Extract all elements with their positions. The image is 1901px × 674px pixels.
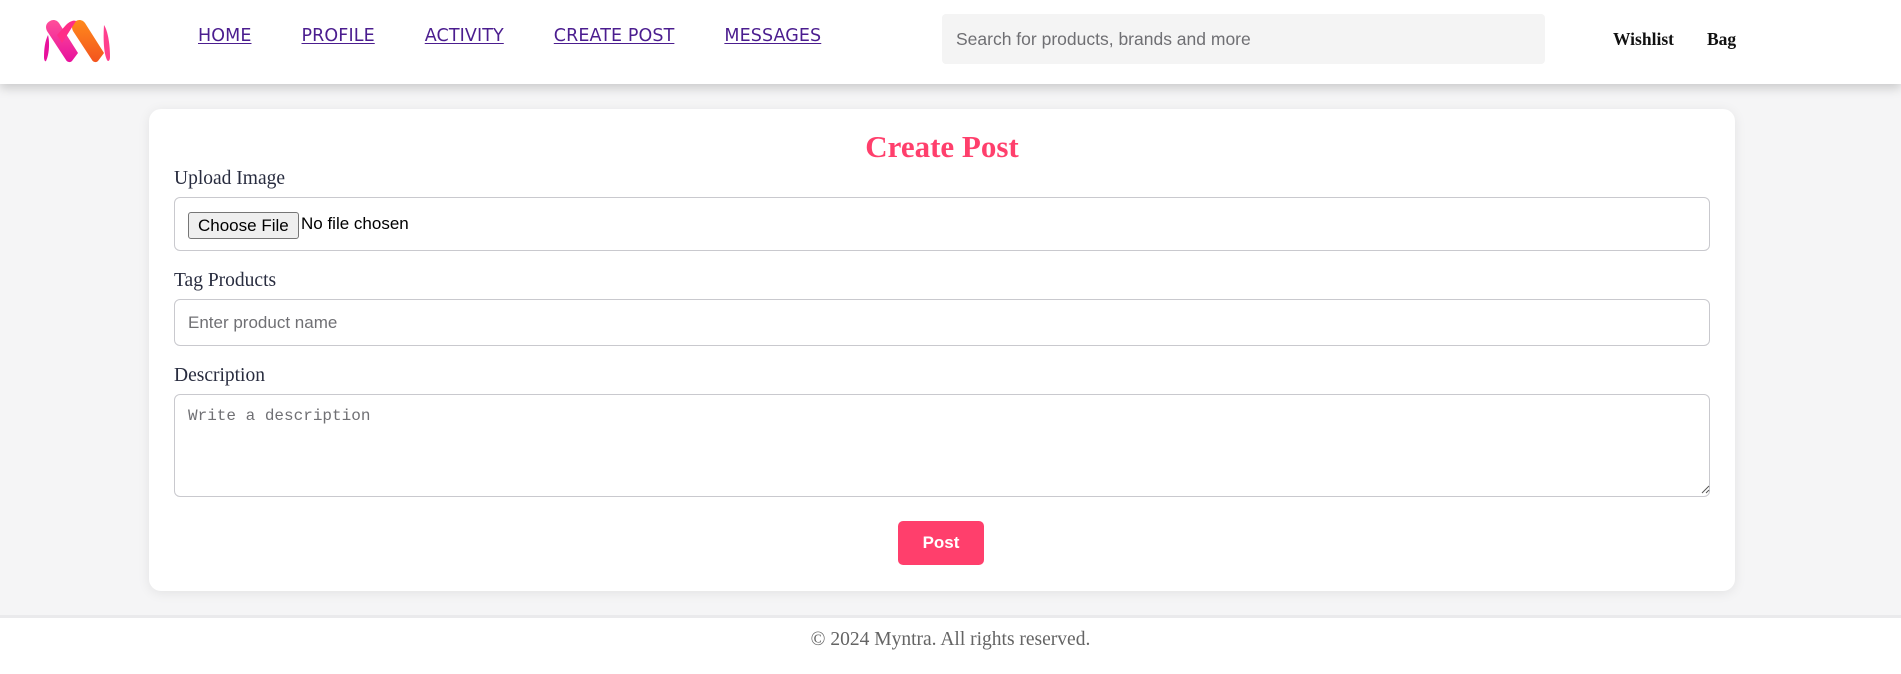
nav-profile-link[interactable]: PROFILE [302, 26, 375, 46]
create-post-card: Create Post Upload Image Choose File No … [149, 109, 1735, 591]
choose-file-button[interactable]: Choose File [188, 212, 299, 239]
nav-activity-link[interactable]: ACTIVITY [425, 26, 504, 46]
bag-link[interactable]: Bag [1707, 29, 1736, 50]
wishlist-link[interactable]: Wishlist [1613, 29, 1674, 50]
search-input[interactable] [942, 14, 1545, 64]
description-label: Description [174, 365, 265, 386]
myntra-logo-icon[interactable] [44, 17, 112, 63]
nav-messages-link[interactable]: MESSAGES [724, 26, 821, 46]
top-header: HOME PROFILE ACTIVITY CREATE POST MESSAG… [0, 0, 1901, 84]
page-title: Create Post [865, 129, 1019, 164]
file-status-text: No file chosen [301, 214, 409, 233]
upload-image-label: Upload Image [174, 168, 286, 189]
post-button[interactable]: Post [898, 521, 984, 565]
file-upload-field[interactable]: Choose File No file chosen [174, 197, 1710, 251]
nav-create-post-link[interactable]: CREATE POST [554, 26, 675, 46]
main-nav: HOME PROFILE ACTIVITY CREATE POST MESSAG… [198, 26, 821, 46]
nav-home-link[interactable]: HOME [198, 26, 252, 46]
description-textarea[interactable] [174, 394, 1710, 497]
resize-grip-icon[interactable] [1700, 484, 1710, 494]
header-actions: Wishlist Bag [1613, 29, 1736, 50]
tag-products-label: Tag Products [174, 270, 277, 291]
page-footer: © 2024 Myntra. All rights reserved. [0, 615, 1901, 674]
copyright-text: © 2024 Myntra. All rights reserved. [810, 629, 1091, 650]
tag-products-input[interactable] [174, 299, 1710, 346]
